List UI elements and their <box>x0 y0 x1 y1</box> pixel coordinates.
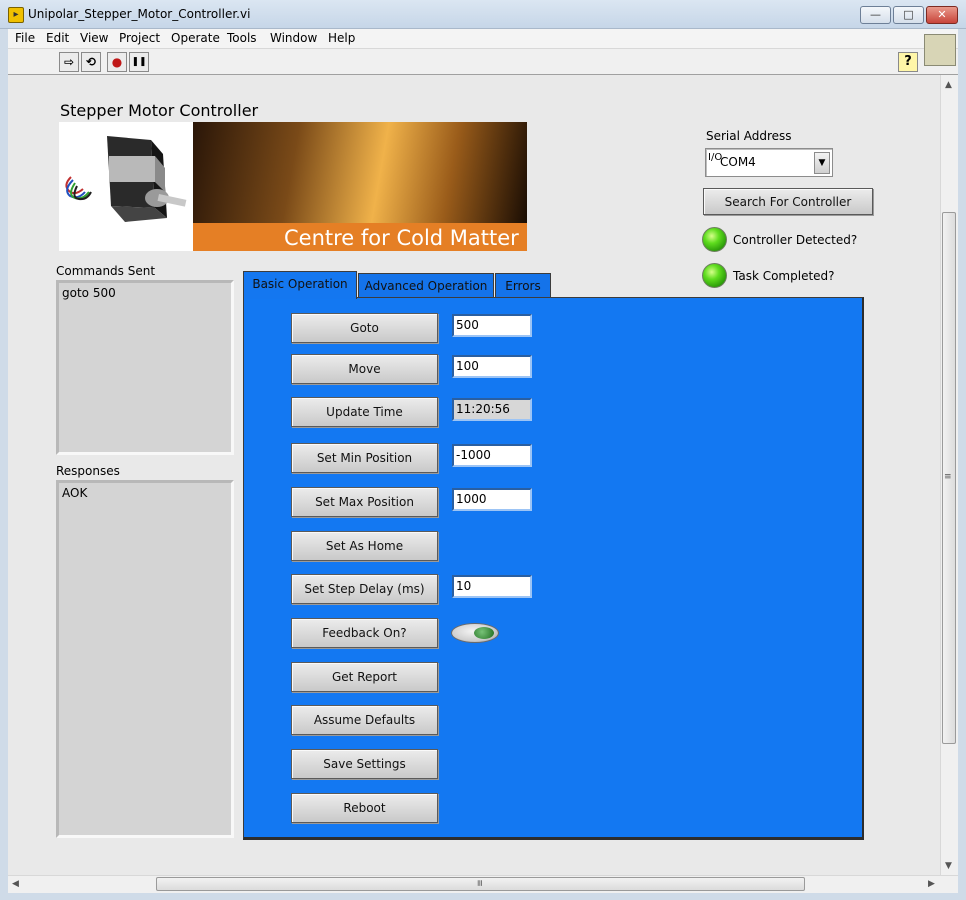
tab-errors[interactable]: Errors <box>495 273 551 299</box>
menu-edit[interactable]: Edit <box>46 31 69 45</box>
search-for-controller-button[interactable]: Search For Controller <box>703 188 873 215</box>
scroll-grip-icon: ≡ <box>473 879 484 887</box>
max-position-input[interactable]: 1000 <box>452 488 532 511</box>
scroll-left-icon[interactable]: ◀ <box>12 879 19 889</box>
commands-sent-text: goto 500 <box>62 286 116 300</box>
assume-defaults-button[interactable]: Assume Defaults <box>291 705 438 735</box>
step-delay-input[interactable]: 10 <box>452 575 532 598</box>
banner-text: Centre for Cold Matter <box>284 226 519 250</box>
set-as-home-button[interactable]: Set As Home <box>291 531 438 561</box>
get-report-button[interactable]: Get Report <box>291 662 438 692</box>
context-help-icon[interactable]: ? <box>898 52 918 72</box>
serial-address-value: COM4 <box>720 155 756 169</box>
chevron-down-icon[interactable]: ▼ <box>814 152 830 174</box>
abort-execution-icon[interactable]: ● <box>107 52 127 72</box>
menu-window[interactable]: Window <box>270 31 317 45</box>
task-completed-led <box>702 263 727 288</box>
toolbar: ⇨ ⟲ ● ❚❚ ? <box>8 49 958 75</box>
commands-sent-display[interactable]: goto 500 <box>56 280 234 455</box>
close-button[interactable]: ✕ <box>926 6 958 24</box>
move-button[interactable]: Move <box>291 354 438 384</box>
feedback-on-button[interactable]: Feedback On? <box>291 618 438 648</box>
menu-tools[interactable]: Tools <box>227 31 257 45</box>
task-completed-label: Task Completed? <box>733 269 835 283</box>
window-title: Unipolar_Stepper_Motor_Controller.vi <box>28 7 251 21</box>
responses-text: AOK <box>62 486 88 500</box>
responses-label: Responses <box>56 464 120 478</box>
scroll-right-icon[interactable]: ▶ <box>928 879 935 889</box>
goto-button[interactable]: Goto <box>291 313 438 343</box>
feedback-led <box>474 627 494 639</box>
controller-detected-led <box>702 227 727 252</box>
maximize-button[interactable]: □ <box>893 6 924 24</box>
set-step-delay-button[interactable]: Set Step Delay (ms) <box>291 574 438 604</box>
menu-view[interactable]: View <box>80 31 108 45</box>
responses-display[interactable]: AOK <box>56 480 234 838</box>
stepper-motor-image <box>59 122 193 251</box>
run-continuously-icon[interactable]: ⟲ <box>81 52 101 72</box>
scroll-grip-icon: ≡ <box>944 472 952 482</box>
min-position-input[interactable]: -1000 <box>452 444 532 467</box>
set-max-position-button[interactable]: Set Max Position <box>291 487 438 517</box>
tab-basic-operation[interactable]: Basic Operation <box>243 271 357 299</box>
scroll-down-icon[interactable]: ▼ <box>945 861 952 871</box>
menu-project[interactable]: Project <box>119 31 160 45</box>
reboot-button[interactable]: Reboot <box>291 793 438 823</box>
goto-position-input[interactable]: 500 <box>452 314 532 337</box>
update-time-button[interactable]: Update Time <box>291 397 438 427</box>
menu-file[interactable]: File <box>15 31 35 45</box>
menu-help[interactable]: Help <box>328 31 355 45</box>
vi-connector-icon <box>924 34 956 66</box>
panel-title: Stepper Motor Controller <box>60 101 259 120</box>
run-arrow-icon[interactable]: ⇨ <box>59 52 79 72</box>
menu-operate[interactable]: Operate <box>171 31 220 45</box>
scroll-up-icon[interactable]: ▲ <box>945 80 952 90</box>
pause-icon[interactable]: ❚❚ <box>129 52 149 72</box>
minimize-button[interactable]: — <box>860 6 891 24</box>
tab-advanced-operation[interactable]: Advanced Operation <box>358 273 494 299</box>
labview-app-icon: ▸ <box>8 7 24 23</box>
commands-sent-label: Commands Sent <box>56 264 156 278</box>
update-time-display: 11:20:56 <box>452 398 532 421</box>
controller-detected-label: Controller Detected? <box>733 233 858 247</box>
set-min-position-button[interactable]: Set Min Position <box>291 443 438 473</box>
save-settings-button[interactable]: Save Settings <box>291 749 438 779</box>
move-steps-input[interactable]: 100 <box>452 355 532 378</box>
serial-address-label: Serial Address <box>706 129 792 143</box>
menu-bar: File Edit View Project Operate Tools Win… <box>8 29 958 49</box>
